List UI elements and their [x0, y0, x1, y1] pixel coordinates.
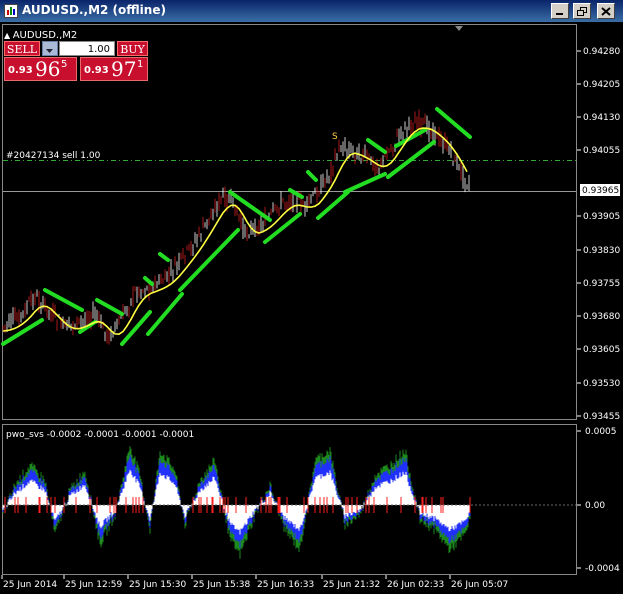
sell-price-big: 96: [35, 57, 61, 81]
time-axis-label: 25 Jun 15:30: [129, 580, 186, 590]
sell-price-button[interactable]: 0.93 96 5: [4, 57, 77, 81]
trend-segment: [146, 292, 184, 336]
price-axis-label: 0.93605: [583, 345, 620, 355]
trend-segment: [435, 107, 472, 139]
main-panel-frame: [2, 24, 577, 575]
trend-segment: [306, 170, 318, 182]
price-axis-label: 0.94280: [583, 47, 620, 57]
close-icon: [601, 7, 611, 16]
price-axis-label: 0.93905: [583, 212, 620, 222]
trend-segment: [43, 288, 84, 312]
chart-area[interactable]: ▲ AUDUSD.,M2 #20427134 sell 1.00 S pwo_s…: [0, 22, 623, 590]
time-axis-label: 26 Jun 02:33: [387, 580, 444, 590]
trend-lines-layer: [1, 107, 472, 346]
price-axis: 0.94280 0.94205 0.94130 0.94055 0.93905 0.938…: [577, 47, 620, 422]
indicator-axis-label: -0.0004: [585, 564, 620, 574]
restore-button[interactable]: [573, 3, 591, 19]
price-axis-label: 0.93830: [583, 246, 620, 256]
trend-segment: [366, 138, 387, 154]
close-button[interactable]: [597, 3, 615, 19]
minimize-button[interactable]: [551, 3, 569, 19]
symbol-label: ▲ AUDUSD.,M2: [4, 30, 77, 41]
current-price-badge: 0.93965: [580, 184, 620, 196]
trend-segment: [394, 128, 427, 148]
trend-segment: [316, 190, 350, 220]
buy-button[interactable]: BUY: [117, 41, 148, 56]
price-axis-label: 0.94205: [583, 80, 620, 90]
price-axis-label: 0.93755: [583, 279, 620, 289]
time-axis: 25 Jun 2014 25 Jun 12:59 25 Jun 15:30 25 Ju…: [1, 575, 508, 590]
title-bar: AUDUSD.,M2 (offline): [0, 0, 623, 22]
indicator-axis-label: 0.00: [585, 501, 605, 511]
sell-price-pip: 5: [61, 59, 68, 70]
trend-segment: [143, 276, 154, 286]
restore-icon: [577, 7, 587, 16]
lot-size-input[interactable]: 1.00: [59, 41, 115, 56]
indicator-axis-label: 0.0005: [585, 427, 617, 437]
price-axis-label: 0.93455: [583, 412, 620, 422]
indicator-axis: 0.0005 0.00 -0.0004: [577, 427, 620, 574]
minimize-icon: [556, 13, 563, 15]
trend-segment: [158, 252, 170, 262]
chart-app-icon: [4, 4, 18, 18]
order-line-label: #20427134 sell 1.00: [6, 151, 101, 161]
terminal-window: AUDUSD.,M2 (offline) ▲ AUDUSD.,M2 #20427…: [0, 0, 623, 590]
trend-segment: [178, 228, 240, 292]
time-axis-label: 25 Jun 2014: [3, 580, 57, 590]
chart-canvas[interactable]: ▲ AUDUSD.,M2 #20427134 sell 1.00 S pwo_s…: [0, 22, 623, 590]
sell-price-prefix: 0.93: [8, 65, 33, 76]
buy-price-pip: 1: [137, 59, 144, 70]
svg-text:0.93965: 0.93965: [582, 186, 619, 196]
signal-label: S: [332, 132, 338, 142]
price-axis-label: 0.93530: [583, 379, 620, 389]
buy-price-prefix: 0.93: [84, 65, 109, 76]
price-axis-label: 0.94055: [583, 146, 620, 156]
indicator-histogram: [2, 446, 471, 559]
time-axis-label: 25 Jun 15:38: [193, 580, 250, 590]
indicator-label: pwo_svs -0.0002 -0.0001 -0.0001 -0.0001: [6, 430, 194, 440]
chart-shift-marker-icon[interactable]: [455, 26, 463, 31]
window-title: AUDUSD.,M2 (offline): [22, 3, 166, 17]
trend-segment: [343, 172, 387, 194]
time-axis-label: 25 Jun 21:32: [323, 580, 380, 590]
time-axis-label: 25 Jun 12:59: [65, 580, 122, 590]
buy-price-big: 97: [111, 57, 137, 81]
chevron-down-icon: [46, 49, 53, 53]
price-axis-label: 0.94130: [583, 113, 620, 123]
time-axis-label: 26 Jun 05:07: [451, 580, 508, 590]
price-axis-label: 0.93680: [583, 312, 620, 322]
one-click-trading-panel: SELL 1.00 BUY 0.93 96 5 0.93 97 1: [4, 41, 148, 81]
buy-price-button[interactable]: 0.93 97 1: [80, 57, 148, 81]
lot-dropdown-button[interactable]: [42, 41, 58, 56]
time-axis-label: 25 Jun 16:33: [257, 580, 314, 590]
sell-button[interactable]: SELL: [4, 41, 40, 56]
trend-segment: [95, 298, 124, 316]
